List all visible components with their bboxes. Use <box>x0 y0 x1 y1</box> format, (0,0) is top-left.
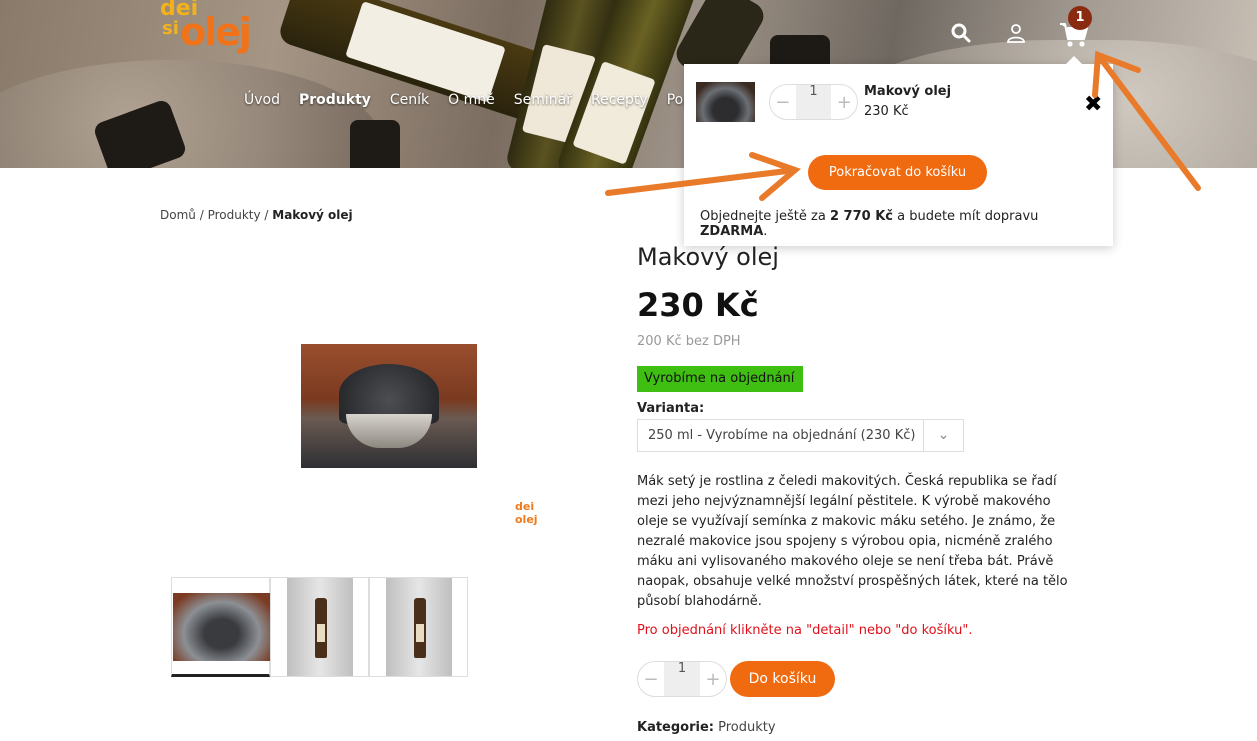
order-hint: Pro objednání klikněte na "detail" nebo … <box>637 623 973 638</box>
category-label: Kategorie: <box>637 720 714 735</box>
breadcrumb-current: Makový olej <box>272 208 353 222</box>
free-shipping-zdarma: ZDARMA <box>700 224 764 239</box>
hero-rock <box>0 60 380 168</box>
breadcrumb: Domů / Produkty / Makový olej <box>160 208 353 222</box>
chevron-down-icon: ⌄ <box>923 420 963 451</box>
nav-item-seminar[interactable]: Seminář <box>514 92 572 108</box>
search-icon[interactable] <box>950 22 972 44</box>
product-price: 230 Kč <box>637 286 759 324</box>
nav-item-cenik[interactable]: Ceník <box>390 92 429 108</box>
thumbnail-poppy-seeds[interactable] <box>171 577 270 677</box>
quantity-input[interactable]: 1 <box>664 662 700 696</box>
breadcrumb-separator: / <box>195 208 208 222</box>
quantity-stepper: − 1 + <box>637 661 727 697</box>
minicart-quantity-increase-button[interactable]: + <box>831 92 857 113</box>
close-icon[interactable]: ✖ <box>1084 92 1102 117</box>
quantity-decrease-button[interactable]: − <box>638 669 664 690</box>
watermark-logo: dei olej <box>515 500 538 526</box>
nav-item-uvod[interactable]: Úvod <box>244 92 280 108</box>
breadcrumb-category[interactable]: Produkty <box>208 208 261 222</box>
logo-text: olej <box>180 10 252 54</box>
stock-status-badge: Vyrobíme na objednání <box>637 366 803 392</box>
free-shipping-text: Objednejte ještě za <box>700 209 830 224</box>
continue-to-cart-button[interactable]: Pokračovat do košíku <box>808 155 987 190</box>
cart-count-badge: 1 <box>1068 6 1092 30</box>
product-thumbnails <box>171 577 468 677</box>
thumbnail-bottle[interactable] <box>369 577 468 677</box>
product-price-net: 200 Kč bez DPH <box>637 334 741 349</box>
logo-text: si <box>162 18 179 39</box>
minicart-quantity-stepper: − 1 + <box>769 84 858 120</box>
hero-bottle <box>350 120 400 168</box>
minicart-quantity-input[interactable]: 1 <box>795 85 832 119</box>
product-title: Makový olej <box>637 243 779 271</box>
variant-label: Varianta: <box>637 401 705 416</box>
breadcrumb-separator: / <box>260 208 273 222</box>
variant-select[interactable]: 250 ml - Vyrobíme na objednání (230 Kč) … <box>637 419 964 452</box>
nav-item-recepty[interactable]: Recepty <box>591 92 648 108</box>
minicart-item-price: 230 Kč <box>864 104 909 119</box>
free-shipping-text: . <box>763 224 768 239</box>
user-icon[interactable] <box>1005 22 1027 44</box>
free-shipping-amount: 2 770 Kč <box>829 209 893 224</box>
minicart-dropdown: − 1 + Makový olej 230 Kč ✖ Pokračovat do… <box>684 56 1113 246</box>
quantity-increase-button[interactable]: + <box>700 669 726 690</box>
free-shipping-note: Objednejte ještě za 2 770 Kč a budete mí… <box>700 209 1100 239</box>
minicart-item-image[interactable] <box>696 82 755 122</box>
site-logo[interactable]: dei si olej <box>160 0 252 62</box>
nav-item-o-mne[interactable]: O mně <box>448 92 495 108</box>
product-main-image[interactable] <box>301 344 477 468</box>
add-to-cart-button[interactable]: Do košíku <box>730 661 835 697</box>
thumbnail-bottle[interactable] <box>270 577 369 677</box>
variant-selected-value: 250 ml - Vyrobíme na objednání (230 Kč) <box>648 428 916 443</box>
breadcrumb-home[interactable]: Domů <box>160 208 196 222</box>
product-description: Mák setý je rostlina z čeledi makovitých… <box>637 474 1068 609</box>
minicart-quantity-decrease-button[interactable]: − <box>770 92 796 113</box>
main-nav: Úvod Produkty Ceník O mně Seminář Recept… <box>244 92 703 108</box>
nav-item-produkty[interactable]: Produkty <box>299 92 371 108</box>
product-category: Kategorie: Produkty <box>637 720 776 735</box>
category-link[interactable]: Produkty <box>714 720 775 735</box>
free-shipping-text: a budete mít dopravu <box>892 209 1039 224</box>
minicart-item-name[interactable]: Makový olej <box>864 84 951 99</box>
